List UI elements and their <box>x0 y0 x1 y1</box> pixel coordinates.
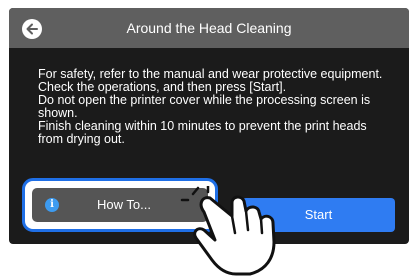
pointing-hand-icon <box>180 186 276 276</box>
instruction-line: Finish cleaning within 10 minutes to pre… <box>38 119 367 146</box>
arrow-left-icon <box>26 23 38 35</box>
header-bar: Around the Head Cleaning <box>9 8 409 48</box>
back-button[interactable] <box>22 19 42 39</box>
how-to-label: How To... <box>97 197 151 212</box>
info-icon: i <box>45 198 59 212</box>
page-title: Around the Head Cleaning <box>126 20 292 36</box>
instruction-text: For safety, refer to the manual and wear… <box>38 68 388 146</box>
instruction-line: Do not open the printer cover while the … <box>38 93 371 120</box>
